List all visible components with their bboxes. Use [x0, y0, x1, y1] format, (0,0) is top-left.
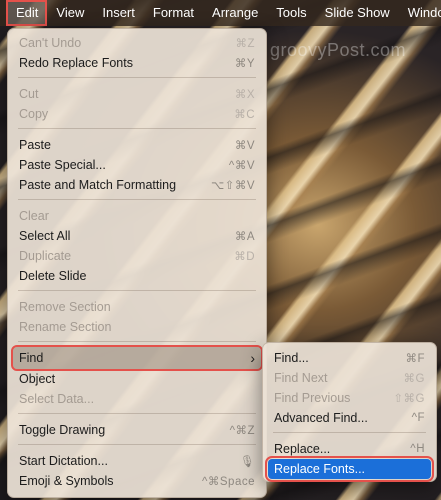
menu-item-label: Find Next	[274, 371, 328, 385]
menu-item-label: Duplicate	[19, 249, 72, 263]
submenu-item-replace-fonts[interactable]: Replace Fonts...	[265, 456, 434, 482]
menu-item-label: Can't Undo	[19, 36, 82, 50]
menu-item-duplicate: Duplicate ⌘D	[13, 246, 261, 266]
menu-item-paste-and-match-formatting[interactable]: Paste and Match Formatting ⌥⇧⌘V	[13, 175, 261, 195]
menubar-window[interactable]: Windo	[399, 0, 441, 26]
menu-separator	[273, 432, 426, 433]
menu-item-clear: Clear	[13, 206, 261, 226]
menu-item-paste-special[interactable]: Paste Special... ^⌘V	[13, 155, 261, 175]
menu-bar: Edit View Insert Format Arrange Tools Sl…	[0, 0, 441, 26]
menu-item-cant-undo: Can't Undo ⌘Z	[13, 33, 261, 53]
menu-item-delete-slide[interactable]: Delete Slide	[13, 266, 261, 286]
menu-item-shortcut: ^F	[411, 412, 425, 424]
menu-item-label: Advanced Find...	[274, 411, 368, 425]
menubar-insert[interactable]: Insert	[93, 0, 144, 26]
menu-item-label: Remove Section	[19, 300, 111, 314]
submenu-item-find-previous: Find Previous ⇧⌘G	[268, 388, 431, 408]
menu-item-shortcut: ⌘G	[403, 373, 425, 385]
menu-item-label: Rename Section	[19, 320, 112, 334]
menubar-format[interactable]: Format	[144, 0, 203, 26]
menubar-view[interactable]: View	[47, 0, 93, 26]
menubar-slide-show[interactable]: Slide Show	[316, 0, 399, 26]
edit-menu: Can't Undo ⌘Z Redo Replace Fonts ⌘Y Cut …	[7, 28, 267, 498]
menu-separator	[18, 77, 256, 78]
menu-item-label: Delete Slide	[19, 269, 87, 283]
menu-separator	[18, 128, 256, 129]
menu-item-label: Clear	[19, 209, 49, 223]
menu-item-label: Cut	[19, 87, 39, 101]
find-submenu: Find... ⌘F Find Next ⌘G Find Previous ⇧⌘…	[262, 342, 437, 482]
menu-item-label: Redo Replace Fonts	[19, 56, 133, 70]
menu-item-shortcut: ⌘F	[405, 353, 425, 365]
menu-item-label: Start Dictation...	[19, 454, 108, 468]
menu-item-label: Object	[19, 372, 56, 386]
microphone-icon: 🎙	[239, 456, 255, 468]
menu-item-label: Find Previous	[274, 391, 351, 405]
menu-item-label: Emoji & Symbols	[19, 474, 114, 488]
menu-item-shortcut: ⌘A	[234, 231, 255, 243]
submenu-item-find[interactable]: Find... ⌘F	[268, 348, 431, 368]
menubar-edit[interactable]: Edit	[6, 0, 48, 26]
menu-item-shortcut: ⌥⇧⌘V	[210, 180, 255, 192]
menu-item-shortcut: ^⌘Space	[201, 476, 255, 488]
menu-separator	[18, 413, 256, 414]
menu-item-label: Copy	[19, 107, 49, 121]
menu-item-label: Toggle Drawing	[19, 423, 106, 437]
menu-separator	[18, 444, 256, 445]
menu-item-paste[interactable]: Paste ⌘V	[13, 135, 261, 155]
menu-separator	[18, 290, 256, 291]
menu-item-shortcut: ⌘V	[234, 140, 255, 152]
submenu-item-find-next: Find Next ⌘G	[268, 368, 431, 388]
menu-item-label: Replace...	[274, 442, 331, 456]
watermark-text: groovyPost.com	[270, 40, 407, 60]
menu-item-shortcut: ⌘D	[234, 251, 255, 263]
menu-item-redo-replace-fonts[interactable]: Redo Replace Fonts ⌘Y	[13, 53, 261, 73]
menu-item-toggle-drawing[interactable]: Toggle Drawing ^⌘Z	[13, 420, 261, 440]
menu-item-label: Find...	[274, 351, 309, 365]
menu-item-shortcut: ^H	[410, 443, 425, 455]
menu-item-label: Select All	[19, 229, 71, 243]
menu-item-copy: Copy ⌘C	[13, 104, 261, 124]
menu-item-shortcut: ^⌘Z	[229, 425, 255, 437]
menu-separator	[18, 199, 256, 200]
menubar-arrange[interactable]: Arrange	[203, 0, 267, 26]
menu-item-object[interactable]: Object	[13, 369, 261, 389]
submenu-item-advanced-find[interactable]: Advanced Find... ^F	[268, 408, 431, 428]
menu-item-label: Find	[19, 351, 44, 365]
menu-item-remove-section: Remove Section	[13, 297, 261, 317]
menu-item-label: Select Data...	[19, 392, 95, 406]
menu-item-shortcut: ⌘X	[234, 89, 255, 101]
menu-item-rename-section: Rename Section	[13, 317, 261, 337]
menu-item-shortcut: ^⌘V	[228, 160, 255, 172]
menu-item-label: Paste Special...	[19, 158, 106, 172]
menu-item-shortcut: ⌘Z	[235, 38, 255, 50]
menubar-tools[interactable]: Tools	[267, 0, 315, 26]
menu-item-label: Replace Fonts...	[274, 462, 366, 476]
menu-item-find[interactable]: Find ›	[11, 345, 263, 371]
menu-item-shortcut: ⌘Y	[234, 58, 255, 70]
menu-separator	[18, 341, 256, 342]
menu-item-shortcut: ⌘C	[234, 109, 255, 121]
menu-item-label: Paste	[19, 138, 51, 152]
menu-item-shortcut: ⇧⌘G	[393, 393, 425, 405]
menu-item-select-data: Select Data...	[13, 389, 261, 409]
submenu-item-replace[interactable]: Replace... ^H	[268, 439, 431, 459]
menu-item-start-dictation[interactable]: Start Dictation... 🎙	[13, 451, 261, 471]
menu-item-cut: Cut ⌘X	[13, 84, 261, 104]
menu-item-emoji-symbols[interactable]: Emoji & Symbols ^⌘Space	[13, 471, 261, 491]
menu-item-label: Paste and Match Formatting	[19, 178, 177, 192]
chevron-right-icon: ›	[250, 350, 255, 366]
menu-item-select-all[interactable]: Select All ⌘A	[13, 226, 261, 246]
